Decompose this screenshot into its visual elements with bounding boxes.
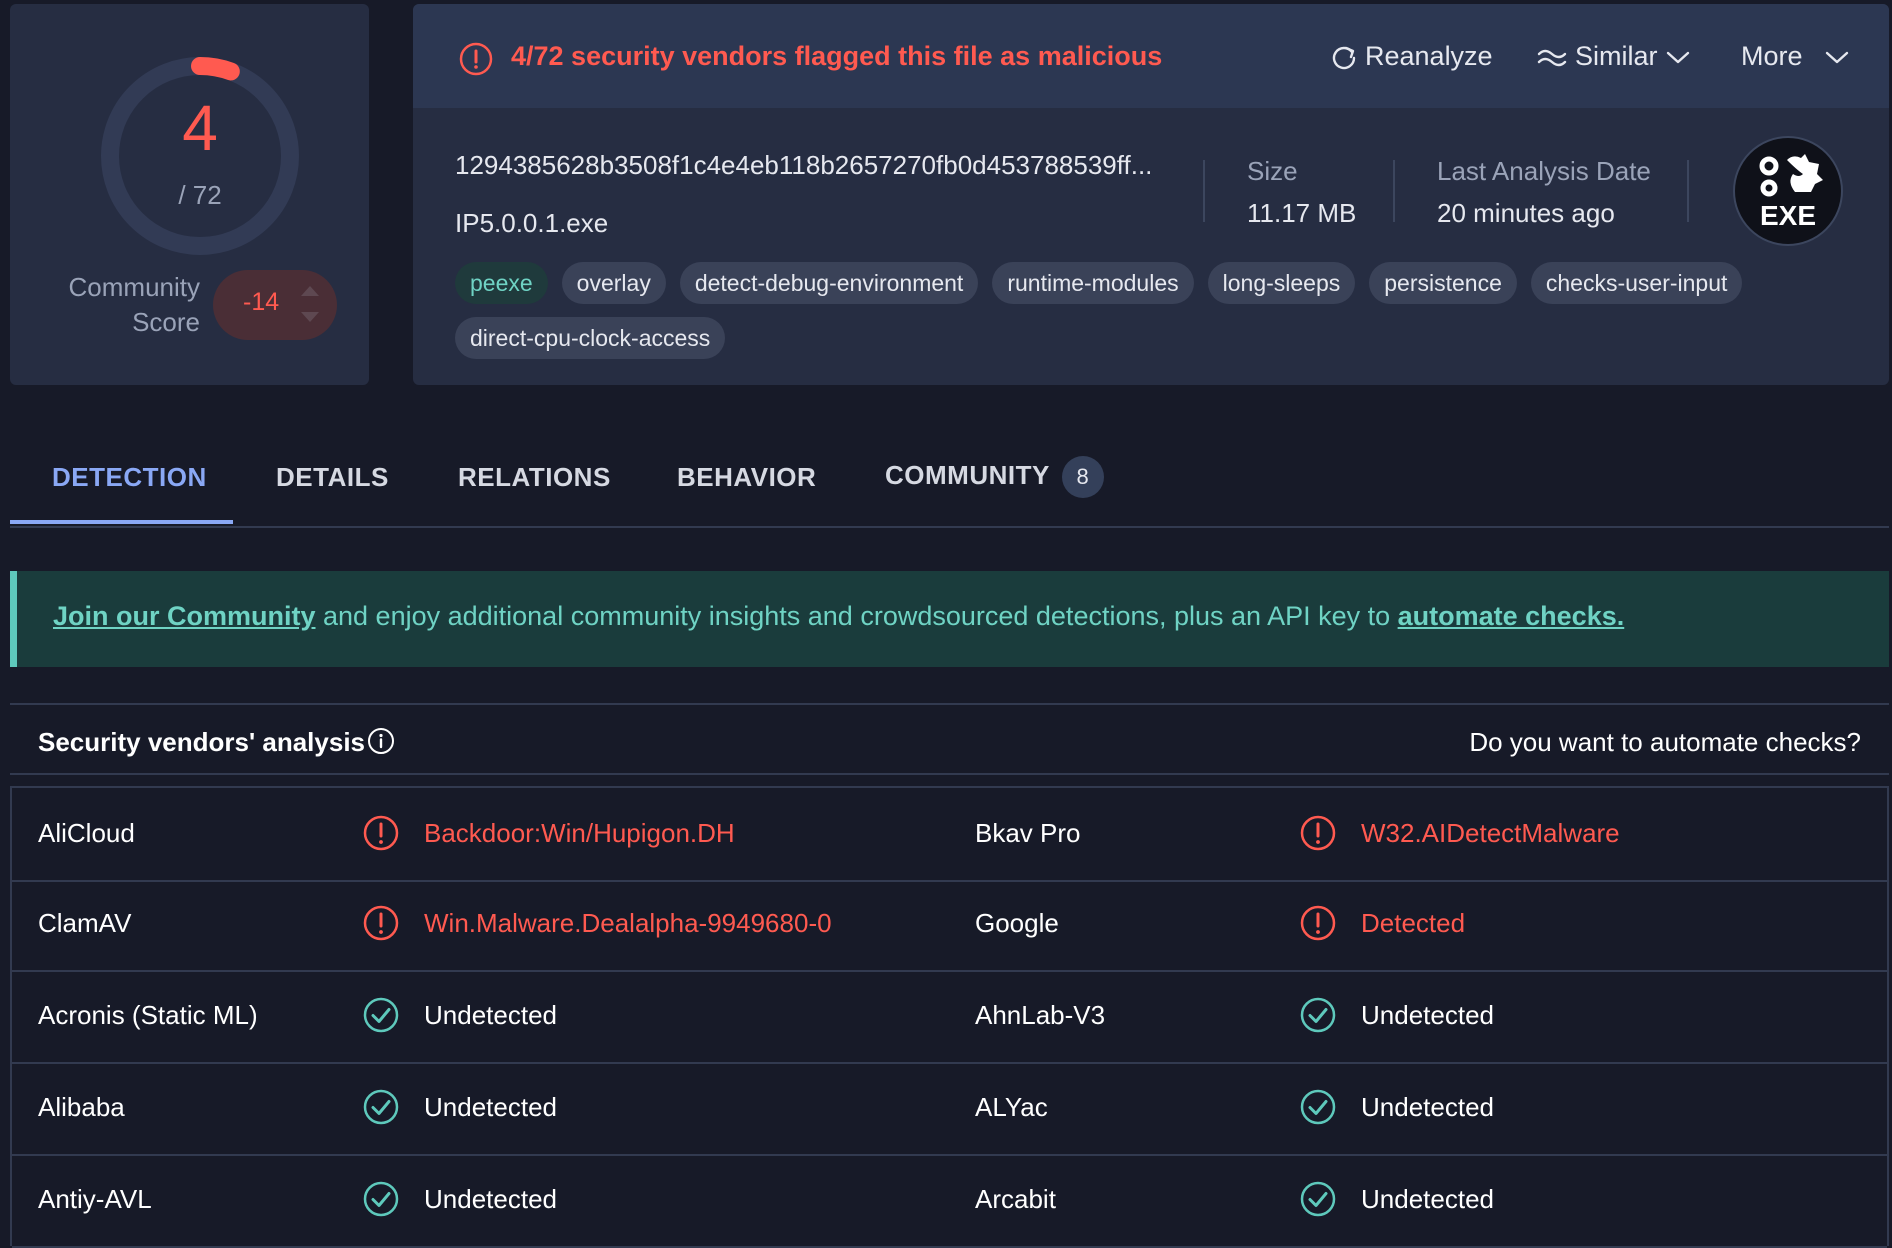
community-score-value: -14	[243, 288, 280, 316]
tag[interactable]: runtime-modules	[992, 262, 1194, 304]
file-type-label: EXE	[1759, 200, 1817, 231]
alert-circle-icon	[1300, 815, 1336, 851]
file-name: IP5.0.0.1.exe	[455, 208, 609, 238]
undetected-result: Undetected	[424, 1092, 557, 1122]
vendor-row: Alibaba Undetected ALYac Undetected	[12, 1062, 1887, 1156]
tab-behavior[interactable]: BEHAVIOR	[677, 462, 816, 493]
tag[interactable]: overlay	[561, 262, 666, 304]
vendor-name: Google	[975, 908, 1059, 938]
info-icon[interactable]	[367, 727, 395, 755]
detection-result: Backdoor:Win/Hupigon.DH	[424, 818, 735, 848]
vendor-name: ClamAV	[38, 908, 132, 938]
divider	[1687, 160, 1689, 222]
file-summary-card: 4/72 security vendors flagged this file …	[413, 4, 1889, 385]
tag-list: peexe overlay detect-debug-environment r…	[455, 262, 1835, 359]
community-score-pill: -14	[213, 270, 337, 340]
alert-circle-icon	[459, 42, 493, 76]
check-circle-icon	[363, 1181, 399, 1217]
size-label: Size	[1247, 156, 1298, 186]
banner-text: Join our Community and enjoy additional …	[53, 601, 1624, 632]
tag[interactable]: peexe	[455, 262, 548, 304]
alert-circle-icon	[363, 905, 399, 941]
detection-score-card: 4 / 72 Community Score -14	[10, 4, 369, 385]
banner-message: and enjoy additional community insights …	[315, 601, 1398, 631]
vendor-name: Arcabit	[975, 1184, 1056, 1214]
tag[interactable]: long-sleeps	[1207, 262, 1356, 304]
reanalyze-label: Reanalyze	[1365, 41, 1493, 71]
more-dropdown[interactable]: More	[1741, 41, 1851, 72]
last-analysis-label: Last Analysis Date	[1437, 156, 1651, 186]
detection-total: / 72	[178, 180, 222, 210]
tab-community-label: COMMUNITY	[885, 459, 1050, 490]
chevron-down-icon	[1825, 51, 1848, 63]
vendor-name: Bkav Pro	[975, 818, 1081, 848]
vendor-name: ALYac	[975, 1092, 1048, 1122]
check-circle-icon	[1300, 997, 1336, 1033]
alert-circle-icon	[363, 815, 399, 851]
vendor-row: Antiy-AVL Undetected Arcabit Undetected	[12, 1154, 1887, 1248]
tag[interactable]: persistence	[1369, 262, 1517, 304]
vendor-row: Acronis (Static ML) Undetected AhnLab-V3 Un…	[12, 970, 1887, 1064]
vendors-section-header: Security vendors' analysis Do you want t…	[10, 703, 1889, 775]
vendor-row: AliCloud Backdoor:Win/Hupigon.DH Bkav Pro W…	[12, 786, 1887, 882]
last-analysis-value: 20 minutes ago	[1437, 198, 1615, 228]
refresh-icon	[1332, 46, 1356, 69]
chevron-down-icon	[1666, 51, 1689, 63]
similar-label: Similar	[1575, 41, 1658, 71]
community-count-badge: 8	[1061, 456, 1104, 498]
undetected-result: Undetected	[424, 1000, 557, 1030]
vote-down-icon[interactable]	[301, 312, 319, 322]
section-title: Security vendors' analysis	[38, 727, 366, 757]
vendor-name: Alibaba	[38, 1092, 125, 1122]
check-circle-icon	[363, 1089, 399, 1125]
tab-bar: DETECTION DETAILS RELATIONS BEHAVIOR COM…	[10, 446, 1889, 528]
automate-checks-prompt[interactable]: Do you want to automate checks?	[1469, 727, 1861, 758]
community-score-label: Community Score	[68, 272, 200, 337]
more-label: More	[1741, 41, 1803, 71]
divider	[1393, 160, 1395, 222]
alert-text: 4/72 security vendors flagged this file …	[511, 41, 1163, 71]
vendor-name: AhnLab-V3	[975, 1000, 1106, 1030]
similar-icon	[1537, 49, 1567, 66]
undetected-result: Undetected	[1361, 1092, 1494, 1122]
vendor-row: ClamAV Win.Malware.Dealalpha-9949680-0 Goo…	[12, 878, 1887, 972]
undetected-result: Undetected	[424, 1184, 557, 1214]
tag[interactable]: detect-debug-environment	[679, 262, 979, 304]
community-banner: Join our Community and enjoy additional …	[10, 571, 1889, 667]
exe-file-icon: EXE	[1733, 136, 1843, 246]
vendor-name: Antiy-AVL	[38, 1184, 152, 1214]
vendor-table: AliCloud Backdoor:Win/Hupigon.DH Bkav Pro W…	[10, 786, 1889, 1248]
tab-relations[interactable]: RELATIONS	[458, 462, 611, 493]
join-community-link[interactable]: Join our Community	[53, 601, 316, 631]
detection-result: Win.Malware.Dealalpha-9949680-0	[424, 908, 832, 938]
automate-checks-link[interactable]: automate checks.	[1398, 601, 1625, 631]
alert-bar: 4/72 security vendors flagged this file …	[413, 4, 1889, 108]
detection-result: W32.AIDetectMalware	[1361, 818, 1620, 848]
gear-icon	[1759, 154, 1823, 197]
active-tab-indicator	[10, 520, 233, 524]
vendor-name: Acronis (Static ML)	[38, 1000, 258, 1030]
check-circle-icon	[1300, 1089, 1336, 1125]
detection-count: 4	[182, 92, 218, 164]
undetected-result: Undetected	[1361, 1184, 1494, 1214]
tag[interactable]: direct-cpu-clock-access	[455, 317, 726, 359]
check-circle-icon	[1300, 1181, 1336, 1217]
tab-community[interactable]: COMMUNITY 8	[885, 456, 1104, 498]
tab-details[interactable]: DETAILS	[276, 462, 389, 493]
tab-detection[interactable]: DETECTION	[52, 462, 207, 493]
reanalyze-button[interactable]: Reanalyze	[1331, 41, 1493, 72]
detection-result: Detected	[1361, 908, 1466, 938]
undetected-result: Undetected	[1361, 1000, 1494, 1030]
check-circle-icon	[363, 997, 399, 1033]
divider	[1203, 160, 1205, 222]
vote-up-icon[interactable]	[301, 286, 319, 296]
similar-dropdown[interactable]: Similar	[1537, 41, 1690, 72]
vendor-name: AliCloud	[38, 818, 135, 848]
gauge-arc	[191, 57, 240, 81]
alert-circle-icon	[1300, 905, 1336, 941]
tag[interactable]: checks-user-input	[1530, 262, 1743, 304]
size-value: 11.17 MB	[1247, 198, 1357, 228]
file-hash[interactable]: 1294385628b3508f1c4e4eb118b2657270fb0d45…	[455, 150, 1152, 181]
